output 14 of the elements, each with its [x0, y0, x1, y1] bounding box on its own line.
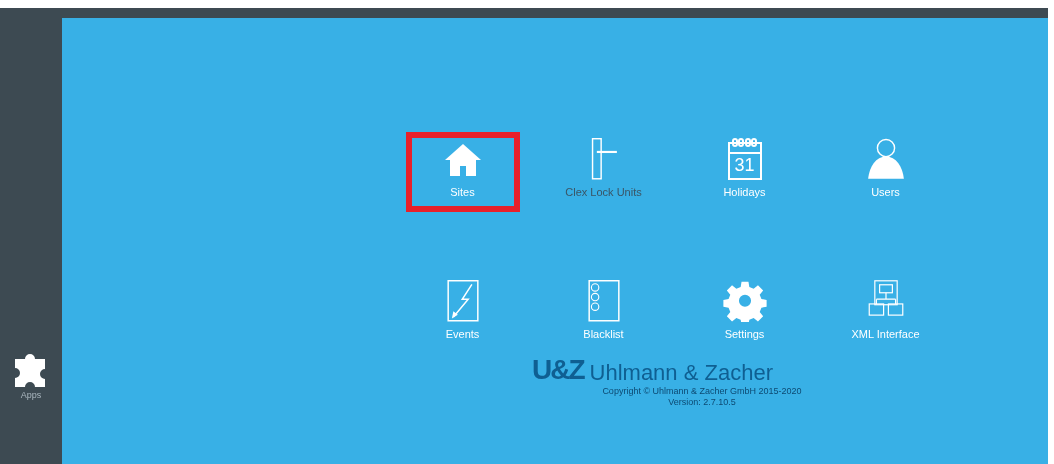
- menu-tile[interactable]: XML Interface: [828, 274, 943, 354]
- menu-tile[interactable]: Sites: [405, 132, 520, 212]
- menu-tile[interactable]: Blacklist: [546, 274, 661, 354]
- settings-icon: [720, 280, 769, 322]
- menu-tile[interactable]: 31 Holidays: [687, 132, 802, 212]
- menu-tile[interactable]: Users: [828, 132, 943, 212]
- copyright-text: Copyright © Uhlmann & Zacher GmbH 2015-2020: [602, 386, 802, 397]
- menu-tile[interactable]: Settings: [687, 274, 802, 354]
- apps-button[interactable]: Apps: [9, 344, 53, 402]
- version-text: Version: 2.7.10.5: [668, 397, 736, 408]
- apps-label: Apps: [20, 388, 42, 402]
- logo-mark: U&Z: [532, 356, 584, 384]
- menu-tile[interactable]: Events: [405, 274, 520, 354]
- logo-name: Uhlmann & Zacher: [589, 362, 773, 384]
